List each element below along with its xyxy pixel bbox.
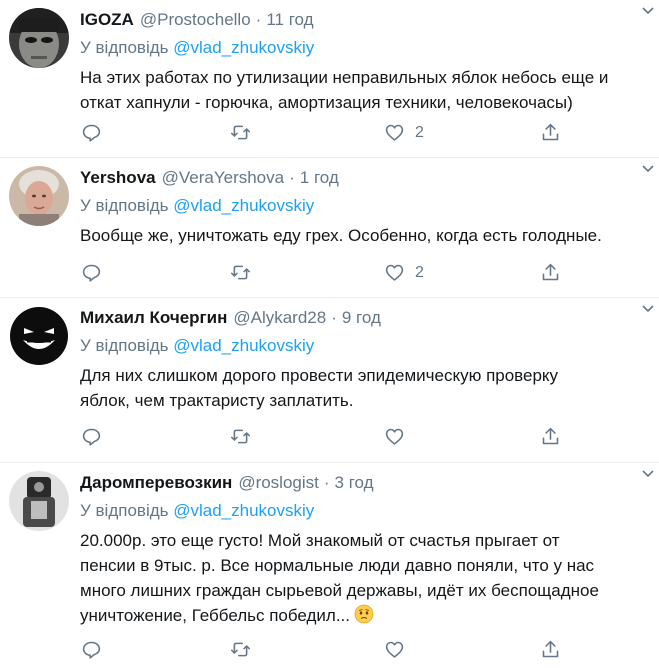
avatar[interactable] bbox=[9, 8, 69, 68]
worried-face-icon bbox=[354, 604, 374, 624]
reply-icon bbox=[82, 124, 101, 142]
author-name[interactable]: Даромперевозкин bbox=[80, 472, 232, 494]
share-button[interactable] bbox=[540, 639, 561, 660]
reply-context: У відповідь @vlad_zhukovskiy bbox=[80, 195, 645, 217]
tweet-text-line: пенсии в 9тыс. р. Все нормальные люди да… bbox=[80, 556, 595, 575]
tweet-text: 20.000р. это еще густо! Мой знакомый от … bbox=[80, 528, 645, 628]
tweet[interactable]: Даромперевозкин @roslogist · 3 год У від… bbox=[0, 463, 659, 668]
tweet-text: Вообще же, уничтожать еду грех. Особенно… bbox=[80, 223, 645, 248]
tweet[interactable]: Михаил Кочергин @Alykard28 · 9 год У від… bbox=[0, 298, 659, 463]
tweet-text-line: яблок, чем трактаристу заплатить. bbox=[80, 391, 354, 410]
share-icon bbox=[542, 123, 559, 141]
author-handle[interactable]: @Alykard28 bbox=[233, 307, 326, 329]
author-handle[interactable]: @VeraYershova bbox=[162, 167, 285, 189]
retweet-button[interactable] bbox=[230, 262, 251, 283]
reply-mention-link[interactable]: @vlad_zhukovskiy bbox=[173, 501, 314, 520]
tweet-actions: 2 bbox=[80, 122, 560, 146]
retweet-button[interactable] bbox=[230, 639, 251, 660]
timestamp[interactable]: 9 год bbox=[342, 307, 381, 329]
retweet-button[interactable] bbox=[230, 122, 251, 143]
tweet-text-line: уничтожение, Геббельс победил... bbox=[80, 603, 645, 628]
tweet-text-line: Вообще же, уничтожать еду грех. Особенно… bbox=[80, 226, 602, 245]
like-button[interactable] bbox=[384, 426, 415, 447]
share-icon bbox=[542, 640, 559, 658]
chevron-down-icon[interactable] bbox=[641, 302, 655, 316]
reply-mention-link[interactable]: @vlad_zhukovskiy bbox=[173, 38, 314, 57]
reply-mention-link[interactable]: @vlad_zhukovskiy bbox=[173, 336, 314, 355]
tweet-actions bbox=[80, 639, 560, 663]
chevron-down-icon[interactable] bbox=[641, 162, 655, 176]
reply-context: У відповідь @vlad_zhukovskiy bbox=[80, 500, 645, 522]
tweet-actions: 2 bbox=[80, 262, 560, 286]
avatar[interactable] bbox=[9, 306, 69, 366]
retweet-icon bbox=[230, 265, 251, 280]
tweet-text-line: Для них слишком дорого провести эпидемич… bbox=[80, 366, 559, 385]
like-button[interactable]: 2 bbox=[384, 262, 424, 283]
separator-dot: · bbox=[289, 168, 295, 187]
author-name[interactable]: Yershova bbox=[80, 167, 156, 189]
retweet-button[interactable] bbox=[230, 426, 251, 447]
avatar[interactable] bbox=[9, 166, 69, 226]
like-icon bbox=[385, 641, 404, 658]
reply-button[interactable] bbox=[81, 262, 102, 283]
reply-context: У відповідь @vlad_zhukovskiy bbox=[80, 37, 645, 59]
separator-dot: · bbox=[331, 308, 337, 327]
chevron-down-icon[interactable] bbox=[641, 4, 655, 18]
timestamp[interactable]: 1 год bbox=[300, 167, 339, 189]
tweet-text: На этих работах по утилизации неправильн… bbox=[80, 65, 645, 115]
tweet-text-line: откат хапнули - горючка, амортизация тех… bbox=[80, 93, 573, 112]
tweet-text-line: много лишних граждан сырьевой державы, и… bbox=[80, 581, 599, 600]
retweet-icon bbox=[230, 429, 251, 444]
reply-prefix: У відповідь bbox=[80, 196, 169, 215]
share-button[interactable] bbox=[540, 262, 561, 283]
author-handle[interactable]: @Prostochello bbox=[140, 9, 251, 31]
tweet[interactable]: IGOZA @Prostochello · 11 год У відповідь… bbox=[0, 0, 659, 158]
like-button[interactable]: 2 bbox=[384, 122, 424, 143]
share-button[interactable] bbox=[540, 122, 561, 143]
tweet-text: Для них слишком дорого провести эпидемич… bbox=[80, 363, 645, 413]
reply-prefix: У відповідь bbox=[80, 38, 169, 57]
separator-dot: · bbox=[323, 473, 330, 492]
tweet-actions bbox=[80, 426, 560, 450]
retweet-icon bbox=[230, 125, 251, 140]
like-count: 2 bbox=[415, 263, 424, 281]
share-icon bbox=[542, 263, 559, 281]
like-button[interactable] bbox=[384, 639, 415, 660]
like-icon bbox=[385, 264, 404, 281]
like-icon bbox=[385, 124, 404, 141]
chevron-down-icon[interactable] bbox=[641, 467, 655, 481]
tweet-text-line: На этих работах по утилизации неправильн… bbox=[80, 68, 609, 87]
tweet-text-line-end: уничтожение, Геббельс победил... bbox=[80, 606, 351, 625]
author-name[interactable]: Михаил Кочергин bbox=[80, 307, 227, 329]
author-name[interactable]: IGOZA bbox=[80, 9, 134, 31]
separator-dot: · bbox=[255, 10, 262, 29]
reply-button[interactable] bbox=[81, 426, 102, 447]
reply-button[interactable] bbox=[81, 122, 102, 143]
reply-prefix: У відповідь bbox=[80, 336, 169, 355]
reply-icon bbox=[82, 264, 101, 282]
timestamp[interactable]: 11 год bbox=[266, 9, 313, 31]
timestamp[interactable]: 3 год bbox=[335, 472, 374, 494]
retweet-icon bbox=[230, 642, 251, 657]
reply-context: У відповідь @vlad_zhukovskiy bbox=[80, 335, 645, 357]
author-handle[interactable]: @roslogist bbox=[238, 472, 319, 494]
reply-button[interactable] bbox=[81, 639, 102, 660]
tweet[interactable]: Yershova @VeraYershova · 1 год У відпові… bbox=[0, 158, 659, 298]
like-count: 2 bbox=[415, 123, 424, 141]
share-icon bbox=[542, 427, 559, 445]
reply-mention-link[interactable]: @vlad_zhukovskiy bbox=[173, 196, 314, 215]
avatar[interactable] bbox=[9, 471, 69, 531]
reply-prefix: У відповідь bbox=[80, 501, 169, 520]
replies-feed: IGOZA @Prostochello · 11 год У відповідь… bbox=[0, 0, 659, 668]
tweet-text-line: 20.000р. это еще густо! Мой знакомый от … bbox=[80, 531, 560, 550]
like-icon bbox=[385, 428, 404, 445]
reply-icon bbox=[82, 428, 101, 446]
share-button[interactable] bbox=[540, 426, 561, 447]
reply-icon bbox=[82, 641, 101, 659]
